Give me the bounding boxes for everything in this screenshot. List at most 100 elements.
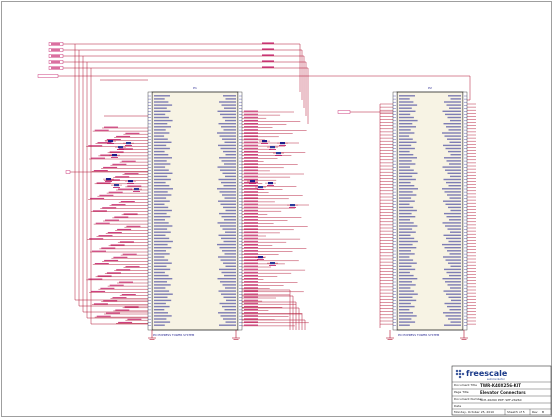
pin-name [223, 206, 236, 209]
pin-name [154, 209, 172, 212]
net-label-text [244, 262, 258, 264]
pin-name [399, 203, 410, 205]
pin-name [154, 181, 166, 184]
pin-name [450, 98, 461, 100]
date-value: Monday, October 25, 2010 [454, 410, 494, 414]
resistor-symbol [107, 143, 114, 144]
pin-name [154, 110, 171, 112]
resistor-symbol [105, 181, 112, 182]
pin-name [219, 324, 236, 326]
pin-name [450, 154, 461, 156]
pin-name [222, 116, 236, 119]
net-label-text [94, 263, 109, 265]
pin-name [154, 197, 167, 199]
net-label-text [244, 209, 258, 211]
net-label-text [244, 228, 258, 230]
right-connector-ref: P2 [428, 86, 432, 90]
resistor-symbol [275, 155, 282, 156]
resistor-symbol [111, 157, 118, 158]
pin-name [224, 219, 236, 221]
net-label-text [244, 237, 258, 239]
pin-name [223, 150, 236, 153]
pin-name [220, 113, 236, 116]
pin-name [450, 265, 461, 267]
net-label-text [92, 210, 107, 212]
pin-name [399, 318, 412, 320]
net-label-text [94, 129, 109, 131]
capacitor-symbol [108, 140, 113, 143]
net-label-text [95, 222, 110, 224]
capacitor-symbol [114, 184, 119, 187]
pin-name [222, 250, 236, 252]
pin-name [225, 321, 236, 323]
pin-name [219, 268, 236, 271]
capacitor-symbol [134, 188, 139, 191]
resistor-symbol [249, 183, 256, 184]
pin-name [222, 305, 236, 308]
pin-name [154, 290, 170, 292]
pin-name [443, 178, 461, 181]
net-label-text [244, 147, 258, 149]
pin-name [218, 178, 236, 181]
pin-name [220, 315, 236, 317]
net-label-text [244, 166, 258, 168]
pin-name [154, 203, 165, 205]
net-label-text [244, 302, 258, 304]
pin-name [399, 274, 414, 277]
net-label-text [104, 259, 119, 261]
pin-name [154, 188, 173, 190]
pin-name [217, 132, 236, 134]
pin-name [450, 119, 461, 122]
rev-label: Rev [532, 410, 538, 414]
pin-name [154, 312, 168, 314]
pin-name [447, 250, 461, 252]
net-label-flag [337, 110, 351, 114]
capacitor-symbol [106, 178, 111, 181]
pin-name [223, 240, 236, 243]
net-label-text [124, 306, 139, 308]
net-label-text [244, 219, 258, 221]
net-label-text [93, 170, 108, 172]
net-label-text [97, 275, 112, 277]
pin-name [222, 138, 236, 140]
company-tagline: semiconductor [487, 378, 505, 381]
pin-name [448, 150, 461, 153]
pin-name [448, 296, 461, 298]
document-number-value: SCH-26260 PDF: SPF-26260 [480, 398, 522, 402]
net-label-text [102, 207, 117, 209]
pin-name [449, 107, 461, 109]
net-label-text [244, 178, 258, 180]
net-label-flag [37, 74, 59, 78]
pin-name [399, 253, 415, 255]
pin-name [154, 141, 172, 143]
net-label-text [119, 241, 134, 243]
pin-name [399, 98, 410, 100]
document-title-label: Document Title [454, 383, 477, 387]
net-label-text [244, 126, 258, 128]
net-label-text [244, 169, 258, 171]
pin-name [154, 268, 171, 271]
pin-name [399, 293, 418, 295]
pin-name [450, 209, 461, 212]
pin-name [449, 253, 461, 255]
resistor-symbol [269, 149, 276, 150]
pin-name [154, 185, 170, 187]
pin-name [446, 271, 461, 274]
pin-name [154, 278, 173, 280]
pin-name [217, 110, 236, 112]
pin-name [450, 231, 461, 233]
pin-name [399, 309, 410, 311]
pin-name [224, 163, 236, 165]
net-label-text [244, 110, 258, 112]
pin-name [154, 166, 166, 168]
pin-name [218, 123, 236, 125]
pin-name [448, 240, 461, 243]
pin-name [154, 299, 172, 302]
pin-name [220, 281, 236, 283]
pin-name [446, 181, 461, 184]
pin-name [154, 169, 169, 171]
pin-name [399, 302, 411, 305]
pin-name [399, 169, 414, 171]
pin-name [219, 135, 236, 137]
capacitor-symbol [258, 256, 263, 259]
